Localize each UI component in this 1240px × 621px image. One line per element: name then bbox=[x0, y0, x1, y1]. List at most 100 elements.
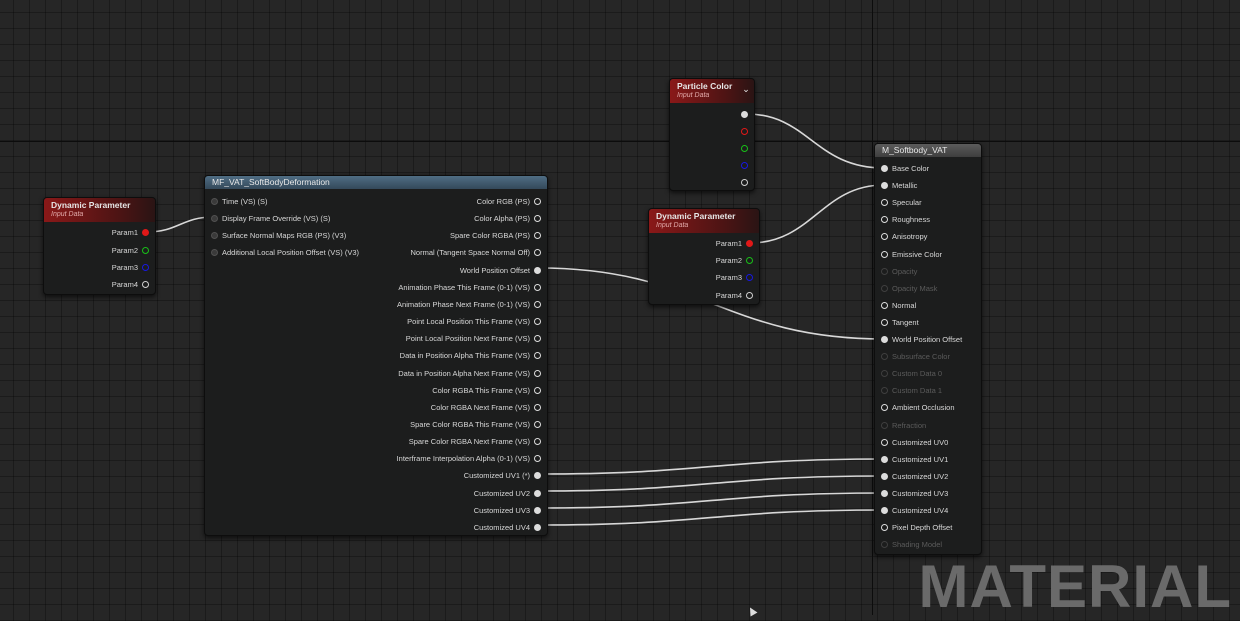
material-input-pin[interactable]: Base Color bbox=[881, 160, 929, 177]
pin-connector-icon[interactable] bbox=[881, 199, 888, 207]
material-input-pin[interactable]: World Position Offset bbox=[881, 331, 962, 348]
material-input-pin[interactable]: Ambient Occlusion bbox=[881, 399, 955, 416]
pin-connector-icon[interactable] bbox=[534, 300, 541, 308]
pin-connector-icon[interactable] bbox=[534, 506, 541, 514]
pin-connector-icon[interactable] bbox=[881, 233, 888, 241]
pin-connector-icon[interactable] bbox=[741, 162, 748, 169]
pin-connector-icon[interactable] bbox=[881, 165, 888, 172]
output-pin-rgb[interactable] bbox=[741, 106, 748, 123]
output-pin[interactable]: Customized UV1 (*) bbox=[464, 467, 541, 484]
output-pin-b[interactable] bbox=[741, 157, 748, 174]
pin-connector-icon[interactable] bbox=[881, 336, 888, 343]
output-pin[interactable]: Normal (Tangent Space Normal Off) bbox=[411, 244, 541, 261]
pin-connector-icon[interactable] bbox=[746, 257, 753, 264]
pin-connector-icon[interactable] bbox=[881, 472, 888, 480]
pin-connector-icon[interactable] bbox=[534, 352, 541, 360]
node-header[interactable]: Dynamic Parameter Input Data bbox=[649, 209, 759, 233]
output-pin[interactable]: Color RGBA Next Frame (VS) bbox=[431, 399, 541, 416]
output-pin[interactable]: World Position Offset bbox=[460, 262, 541, 279]
output-pin-param2[interactable]: Param2 bbox=[112, 242, 149, 259]
output-pin-param4[interactable]: Param4 bbox=[112, 276, 149, 293]
pin-connector-icon[interactable] bbox=[534, 489, 541, 497]
pin-connector-icon[interactable] bbox=[534, 215, 541, 223]
pin-connector-icon[interactable] bbox=[741, 111, 748, 118]
material-input-pin[interactable]: Metallic bbox=[881, 177, 917, 194]
pin-connector-icon[interactable] bbox=[534, 318, 541, 326]
pin-connector-icon[interactable] bbox=[881, 318, 888, 326]
pin-connector-icon[interactable] bbox=[211, 198, 218, 205]
material-input-pin[interactable]: Specular bbox=[881, 194, 922, 211]
pin-connector-icon[interactable] bbox=[142, 229, 149, 236]
input-pin[interactable]: Surface Normal Maps RGB (PS) (V3) bbox=[211, 227, 346, 244]
dynamic-parameter-node-right[interactable]: Dynamic Parameter Input Data Param1 Para… bbox=[648, 208, 760, 305]
output-pin-a[interactable] bbox=[741, 174, 748, 191]
pin-connector-icon[interactable] bbox=[881, 216, 888, 224]
pin-connector-icon[interactable] bbox=[881, 507, 888, 514]
output-pin[interactable]: Color RGBA This Frame (VS) bbox=[432, 382, 541, 399]
pin-connector-icon[interactable] bbox=[741, 145, 748, 152]
pin-connector-icon[interactable] bbox=[881, 455, 888, 463]
input-pin[interactable]: Display Frame Override (VS) (S) bbox=[211, 210, 330, 227]
pin-connector-icon[interactable] bbox=[142, 264, 149, 271]
chevron-down-icon[interactable]: ⌄ bbox=[741, 84, 751, 94]
material-input-pin[interactable]: Anisotropy bbox=[881, 228, 927, 245]
output-pin[interactable]: Spare Color RGBA This Frame (VS) bbox=[410, 416, 541, 433]
output-pin[interactable]: Animation Phase Next Frame (0-1) (VS) bbox=[397, 296, 541, 313]
output-pin[interactable]: Animation Phase This Frame (0-1) (VS) bbox=[398, 279, 541, 296]
material-result-node[interactable]: M_Softbody_VAT Base Color Metallic Specula… bbox=[874, 143, 982, 555]
pin-connector-icon[interactable] bbox=[211, 232, 218, 239]
output-pin-g[interactable] bbox=[741, 140, 748, 157]
pin-connector-icon[interactable] bbox=[881, 182, 888, 190]
pin-connector-icon[interactable] bbox=[534, 403, 541, 411]
pin-connector-icon[interactable] bbox=[534, 438, 541, 446]
pin-connector-icon[interactable] bbox=[534, 249, 541, 257]
pin-connector-icon[interactable] bbox=[881, 524, 888, 532]
pin-connector-icon[interactable] bbox=[211, 215, 218, 222]
pin-connector-icon[interactable] bbox=[881, 404, 888, 412]
pin-connector-icon[interactable] bbox=[534, 198, 541, 205]
input-pin[interactable]: Additional Local Position Offset (VS) (V… bbox=[211, 244, 359, 261]
output-pin-param3[interactable]: Param3 bbox=[716, 269, 753, 286]
output-pin[interactable]: Data in Position Alpha Next Frame (VS) bbox=[398, 365, 541, 382]
material-input-pin[interactable]: Customized UV1 bbox=[881, 451, 948, 468]
output-pin[interactable]: Color Alpha (PS) bbox=[474, 210, 541, 227]
pin-connector-icon[interactable] bbox=[534, 335, 541, 343]
pin-connector-icon[interactable] bbox=[881, 438, 888, 446]
output-pin[interactable]: Customized UV4 bbox=[474, 519, 541, 536]
pin-connector-icon[interactable] bbox=[534, 266, 541, 274]
material-input-pin[interactable]: Pixel Depth Offset bbox=[881, 519, 952, 536]
pin-connector-icon[interactable] bbox=[881, 301, 888, 309]
output-pin[interactable]: Spare Color RGBA Next Frame (VS) bbox=[409, 433, 541, 450]
pin-connector-icon[interactable] bbox=[534, 386, 541, 394]
output-pin[interactable]: Point Local Position Next Frame (VS) bbox=[406, 330, 541, 347]
pin-connector-icon[interactable] bbox=[746, 240, 753, 247]
output-pin-param3[interactable]: Param3 bbox=[112, 259, 149, 276]
pin-connector-icon[interactable] bbox=[534, 523, 541, 531]
pin-connector-icon[interactable] bbox=[534, 420, 541, 428]
material-input-pin[interactable]: Customized UV3 bbox=[881, 485, 948, 502]
output-pin[interactable]: Customized UV3 bbox=[474, 502, 541, 519]
pin-connector-icon[interactable] bbox=[741, 179, 748, 186]
material-input-pin[interactable]: Customized UV4 bbox=[881, 502, 948, 519]
material-input-pin[interactable]: Tangent bbox=[881, 314, 919, 331]
pin-connector-icon[interactable] bbox=[142, 281, 149, 288]
material-input-pin[interactable]: Customized UV0 bbox=[881, 434, 948, 451]
pin-connector-icon[interactable] bbox=[881, 489, 888, 497]
material-input-pin[interactable]: Customized UV2 bbox=[881, 468, 948, 485]
output-pin[interactable]: Point Local Position This Frame (VS) bbox=[407, 313, 541, 330]
output-pin[interactable]: Customized UV2 bbox=[474, 485, 541, 502]
dynamic-parameter-node-left[interactable]: Dynamic Parameter Input Data Param1 Para… bbox=[43, 197, 156, 295]
material-function-node[interactable]: MF_VAT_SoftBodyDeformation Time (VS) (S)… bbox=[204, 175, 548, 536]
pin-connector-icon[interactable] bbox=[534, 369, 541, 377]
output-pin[interactable]: Interframe Interpolation Alpha (0-1) (VS… bbox=[397, 450, 541, 467]
output-pin[interactable]: Color RGB (PS) bbox=[477, 193, 541, 210]
pin-connector-icon[interactable] bbox=[211, 249, 218, 256]
pin-connector-icon[interactable] bbox=[534, 283, 541, 291]
pin-connector-icon[interactable] bbox=[881, 250, 888, 258]
particle-color-node[interactable]: Particle Color Input Data ⌄ bbox=[669, 78, 755, 191]
pin-connector-icon[interactable] bbox=[142, 247, 149, 254]
output-pin[interactable]: Spare Color RGBA (PS) bbox=[450, 227, 541, 244]
node-header[interactable]: Particle Color Input Data ⌄ bbox=[670, 79, 754, 103]
node-header[interactable]: M_Softbody_VAT bbox=[875, 144, 981, 157]
pin-connector-icon[interactable] bbox=[741, 128, 748, 135]
